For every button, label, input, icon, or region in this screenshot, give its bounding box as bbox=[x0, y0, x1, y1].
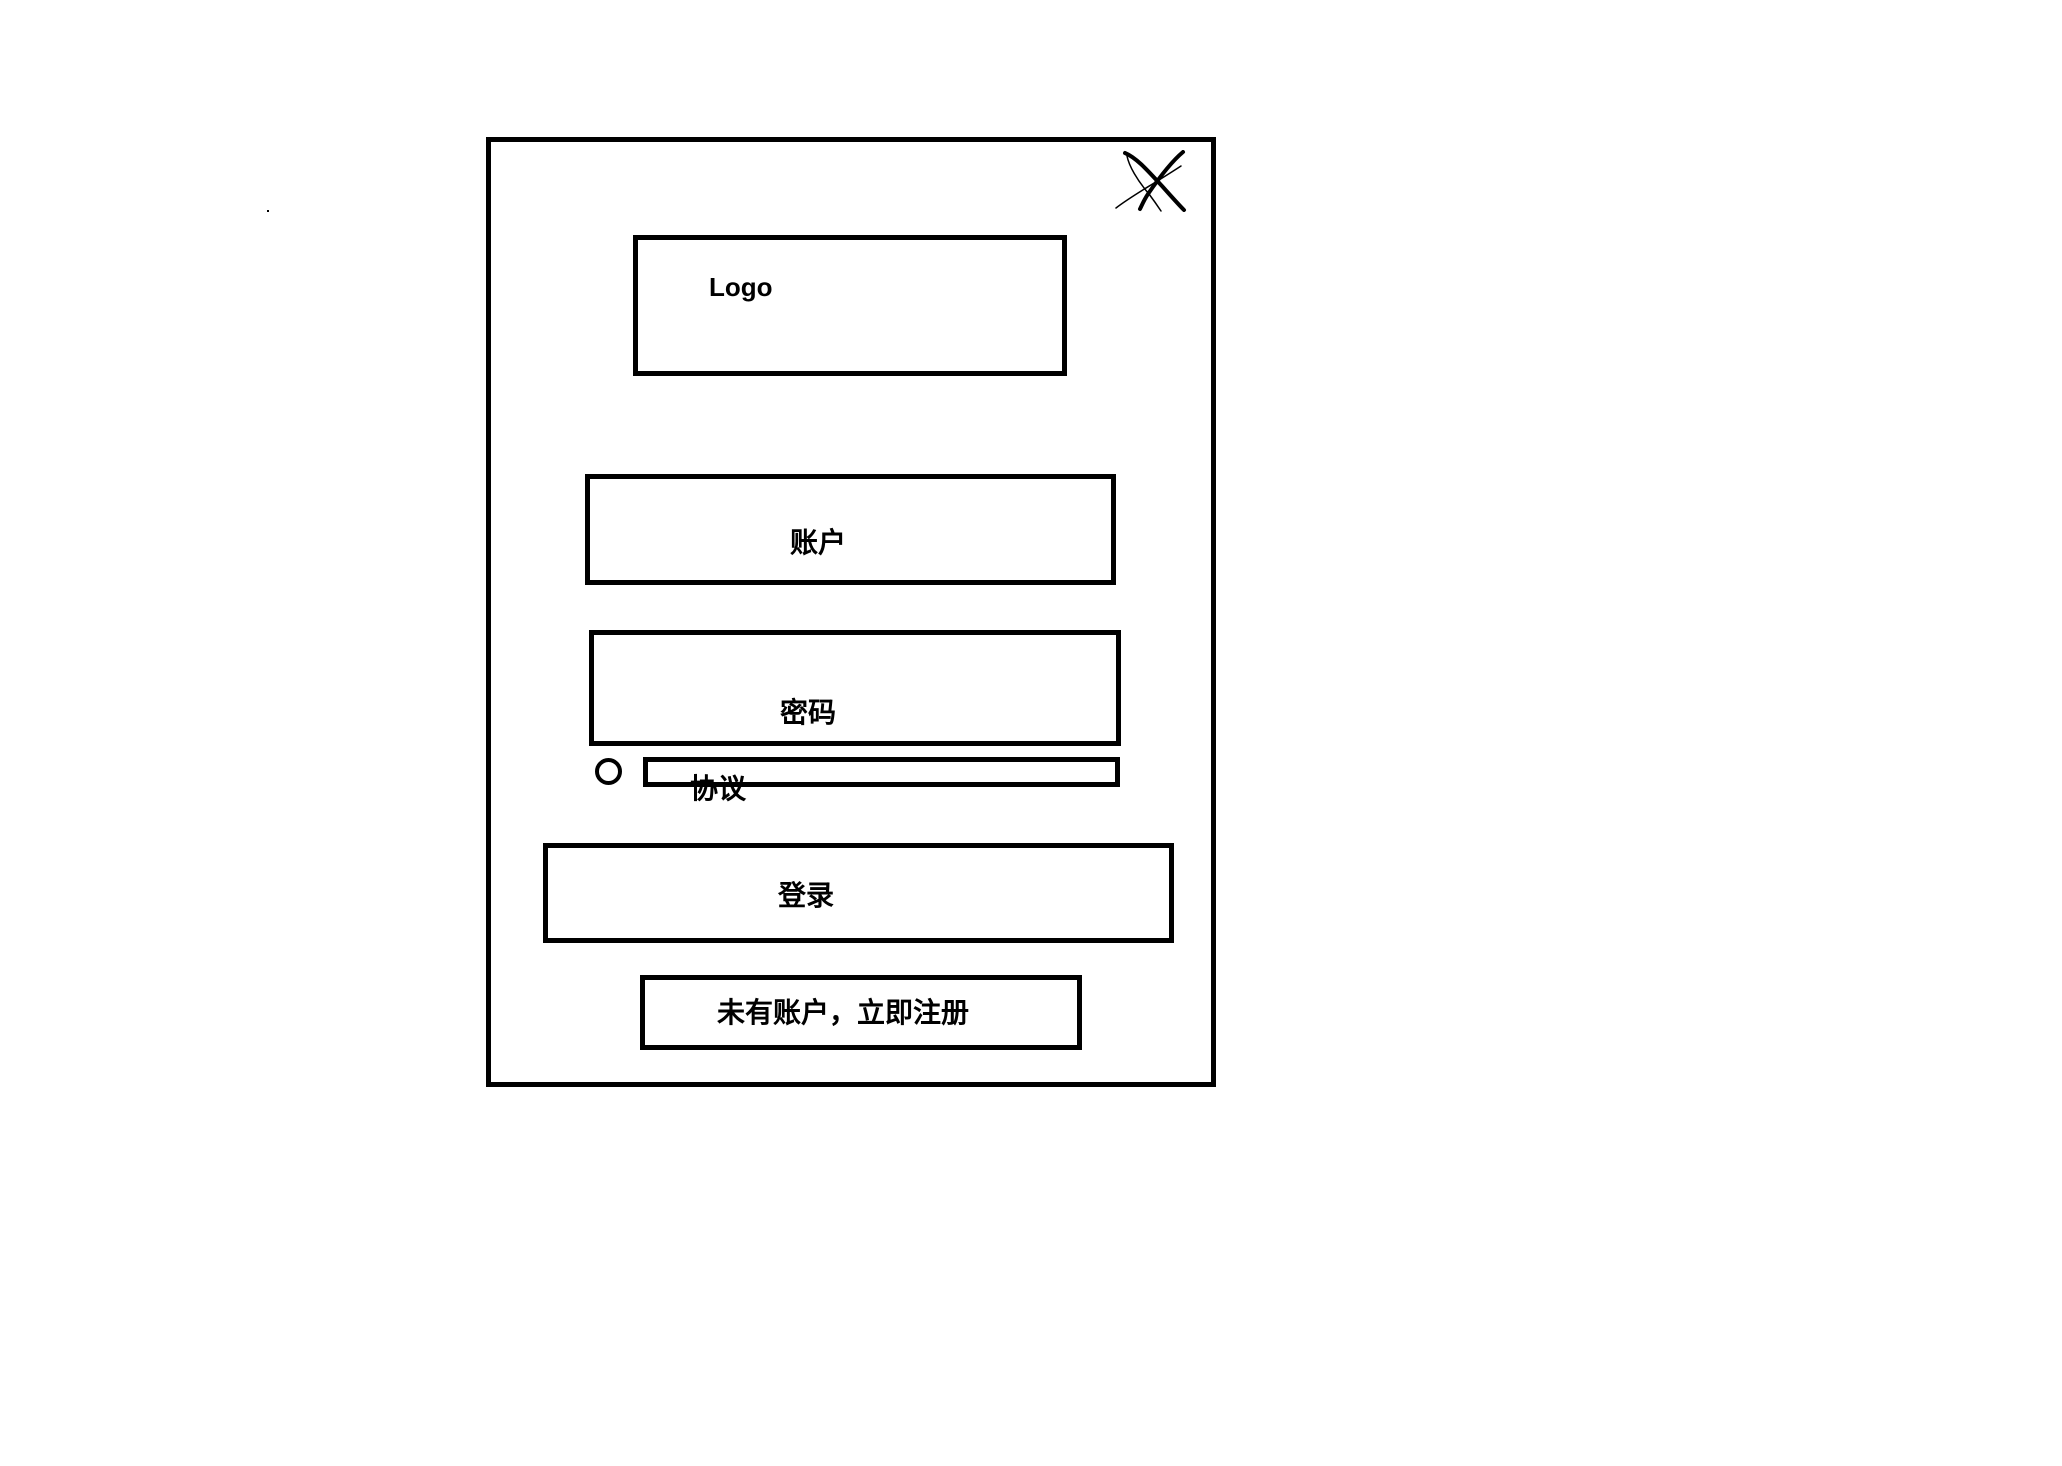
account-label: 账户 bbox=[790, 527, 847, 558]
agreement-radio[interactable] bbox=[595, 758, 622, 785]
agreement-label: 协议 bbox=[690, 773, 747, 804]
password-label: 密码 bbox=[780, 697, 837, 728]
account-input[interactable] bbox=[585, 474, 1116, 585]
logo-label: Logo bbox=[709, 272, 773, 302]
stray-dot bbox=[267, 210, 269, 212]
login-button[interactable] bbox=[543, 843, 1174, 943]
password-input[interactable] bbox=[589, 630, 1121, 746]
login-button-label: 登录 bbox=[778, 880, 835, 911]
close-icon[interactable] bbox=[1115, 150, 1187, 212]
register-button-label: 未有账户，立即注册 bbox=[717, 997, 970, 1028]
logo-placeholder bbox=[633, 235, 1067, 376]
